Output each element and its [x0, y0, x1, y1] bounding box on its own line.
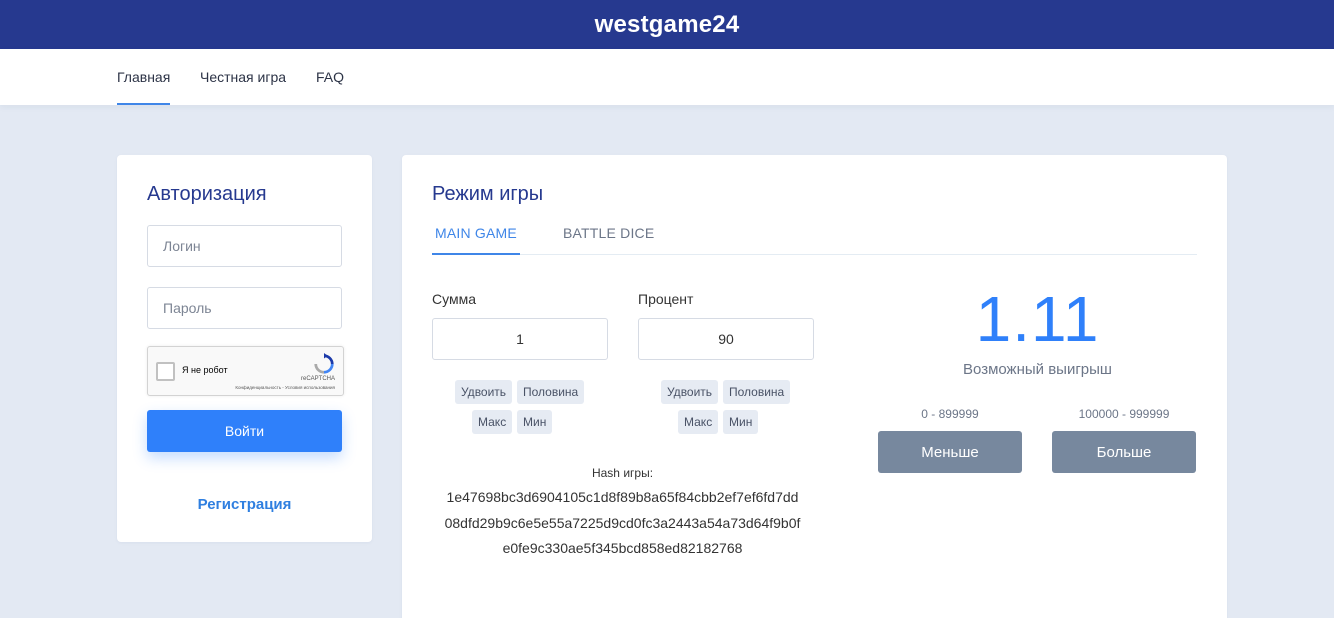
- hash-line-1: 1e47698bc3d6904105c1d8f89b8a65f84cbb2ef7…: [446, 489, 799, 505]
- amount-input[interactable]: [432, 318, 608, 360]
- auth-title: Авторизация: [147, 183, 267, 205]
- amount-min-button[interactable]: Мин: [517, 410, 553, 434]
- percent-min-button[interactable]: Мин: [723, 410, 759, 434]
- nav-item-home[interactable]: Главная: [117, 49, 171, 105]
- recaptcha-logo-icon: [314, 353, 334, 374]
- login-button[interactable]: Войти: [147, 410, 342, 452]
- password-field[interactable]: [147, 287, 342, 329]
- recaptcha-terms[interactable]: Конфиденциальность - Условия использован…: [235, 385, 335, 390]
- more-range: 100000 - 999999: [1078, 407, 1170, 421]
- percent-input[interactable]: [638, 318, 814, 360]
- tabs-divider: [432, 254, 1197, 255]
- less-range: 0 - 899999: [921, 407, 979, 421]
- auth-card: Авторизация Я не робот reCAPTCHA Конфиде…: [117, 155, 372, 542]
- recaptcha-widget: Я не робот reCAPTCHA Конфиденциальность …: [147, 346, 344, 396]
- nav-item-faq[interactable]: FAQ: [316, 49, 344, 105]
- recaptcha-label: Я не робот: [182, 365, 228, 375]
- multiplier-value: 1.11: [975, 283, 1100, 355]
- nav-item-fair-game[interactable]: Честная игра: [200, 49, 286, 105]
- game-card: Режим игры MAIN GAME BATTLE DICE Сумма П…: [402, 155, 1227, 618]
- site-header: westgame24: [0, 0, 1334, 49]
- percent-label: Процент: [638, 291, 694, 307]
- recaptcha-checkbox[interactable]: [156, 362, 175, 381]
- register-link[interactable]: Регистрация: [117, 496, 372, 513]
- less-button[interactable]: Меньше: [878, 431, 1022, 473]
- hash-label: Hash игры:: [591, 466, 654, 480]
- percent-half-button[interactable]: Половина: [723, 380, 791, 404]
- amount-max-button[interactable]: Макс: [472, 410, 513, 434]
- more-button[interactable]: Больше: [1052, 431, 1196, 473]
- game-title: Режим игры: [432, 183, 544, 205]
- amount-double-button[interactable]: Удвоить: [455, 380, 513, 404]
- tab-battle-dice[interactable]: BATTLE DICE: [563, 225, 654, 255]
- amount-half-button[interactable]: Половина: [517, 380, 585, 404]
- payout-label: Возможный выигрыш: [963, 361, 1112, 378]
- recaptcha-brand: reCAPTCHA: [300, 376, 335, 382]
- site-logo[interactable]: westgame24: [595, 11, 740, 39]
- percent-max-button[interactable]: Макс: [678, 410, 719, 434]
- login-field[interactable]: [147, 225, 342, 267]
- hash-line-3: e0fe9c330ae5f345bcd858ed82182768: [502, 540, 743, 556]
- hash-line-2: 08dfd29b9c6e5e55a7225d9cd0fc3a2443a54a73…: [444, 515, 801, 531]
- main-nav: Главная Честная игра FAQ: [0, 49, 1334, 105]
- amount-label: Сумма: [432, 291, 476, 307]
- percent-double-button[interactable]: Удвоить: [661, 380, 719, 404]
- tab-main-game[interactable]: MAIN GAME: [432, 225, 520, 255]
